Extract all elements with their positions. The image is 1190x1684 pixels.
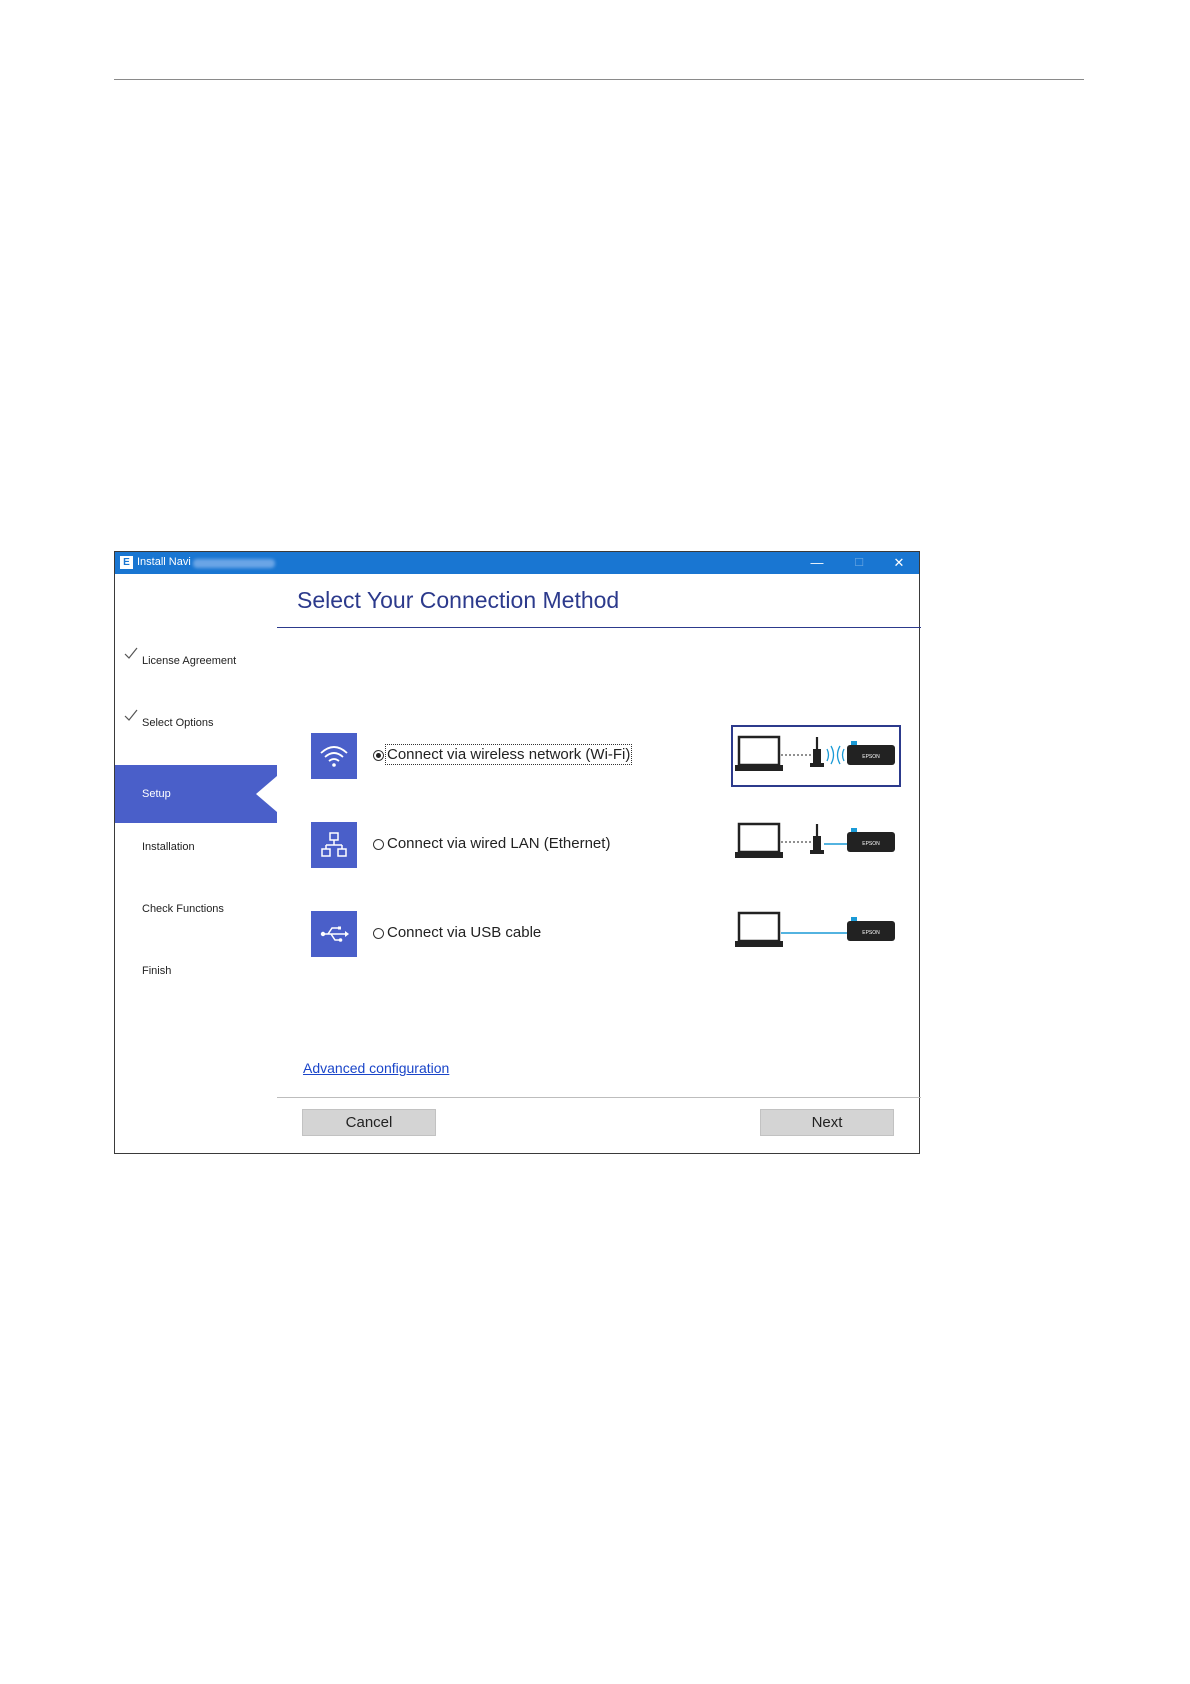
title-bar[interactable]: E Install Navi — ☐ ✕ (115, 552, 919, 574)
step-label: License Agreement (142, 655, 237, 667)
app-icon: E (120, 556, 133, 569)
svg-text:EPSON: EPSON (862, 930, 880, 936)
laptop-icon (735, 911, 783, 947)
step-license-agreement: License Agreement (115, 632, 277, 690)
network-icon (311, 822, 357, 868)
close-button[interactable]: ✕ (879, 552, 919, 574)
laptop-icon (735, 735, 783, 771)
printer-icon: EPSON (847, 828, 895, 852)
advanced-configuration-link[interactable]: Advanced configuration (303, 1060, 449, 1076)
ethernet-radio[interactable] (373, 839, 384, 850)
usb-icon (311, 911, 357, 957)
usb-radio[interactable] (373, 928, 384, 939)
svg-text:EPSON: EPSON (862, 754, 880, 760)
printer-icon: EPSON (847, 917, 895, 941)
minimize-button[interactable]: — (797, 552, 837, 574)
title-redacted (193, 559, 275, 568)
page-top-rule (114, 79, 1084, 80)
cancel-button[interactable]: Cancel (302, 1109, 436, 1136)
step-setup: Setup (115, 765, 277, 823)
step-check-functions: Check Functions (115, 880, 277, 938)
wifi-waves-icon (826, 745, 845, 765)
ethernet-connection-diagram: EPSON (733, 814, 903, 876)
page-title: Select Your Connection Method (297, 587, 620, 613)
step-label: Finish (142, 965, 172, 977)
ethernet-option-label[interactable]: Connect via wired LAN (Ethernet) (387, 835, 610, 852)
wifi-radio[interactable] (373, 750, 384, 761)
svg-text:EPSON: EPSON (862, 841, 880, 847)
window-title: Install Navi (137, 556, 191, 568)
next-button[interactable]: Next (760, 1109, 894, 1136)
wifi-option-label[interactable]: Connect via wireless network (Wi-Fi) (384, 744, 633, 765)
checkmark-icon (124, 647, 138, 659)
checkmark-icon (124, 709, 138, 721)
usb-option-label[interactable]: Connect via USB cable (387, 924, 541, 941)
printer-icon: EPSON (847, 741, 895, 765)
maximize-button[interactable]: ☐ (839, 552, 879, 574)
router-icon (810, 824, 824, 854)
step-label: Select Options (142, 717, 214, 729)
step-finish: Finish (115, 942, 277, 1000)
router-icon (810, 737, 824, 767)
step-select-options: Select Options (115, 694, 277, 752)
heading-divider (277, 627, 921, 628)
footer-divider (277, 1097, 921, 1098)
installer-window: E Install Navi — ☐ ✕ License Agreement S… (114, 551, 921, 1154)
wifi-icon (311, 733, 357, 779)
step-label: Installation (142, 841, 195, 853)
current-step-notch (256, 776, 277, 812)
wifi-connection-diagram[interactable]: EPSON (731, 725, 901, 787)
step-label: Setup (142, 788, 171, 800)
step-installation: Installation (115, 818, 277, 876)
usb-connection-diagram: EPSON (733, 903, 903, 965)
step-label: Check Functions (142, 903, 224, 915)
laptop-icon (735, 822, 783, 858)
